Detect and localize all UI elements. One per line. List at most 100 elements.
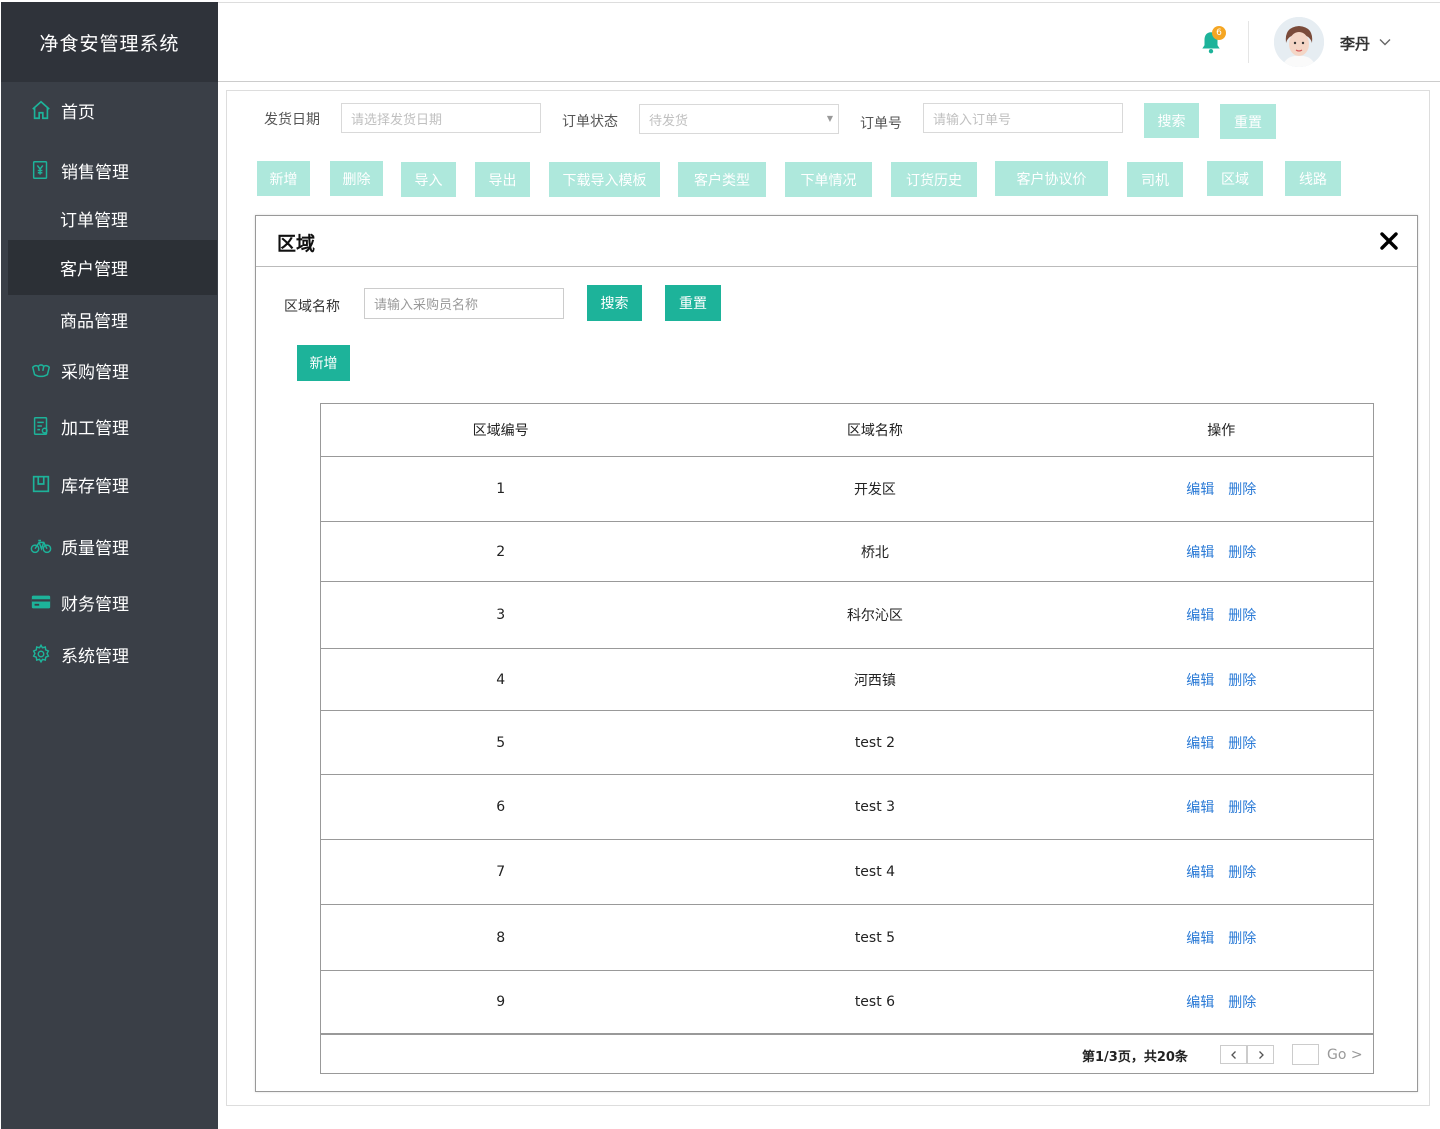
toolbar-region-button[interactable]: 区域 xyxy=(1207,161,1263,196)
toolbar-customer-type-button[interactable]: 客户类型 xyxy=(678,162,766,197)
close-icon[interactable] xyxy=(1378,230,1400,252)
nav-customers-label: 客户管理 xyxy=(60,260,128,280)
caret-down-icon: ▼ xyxy=(826,114,833,123)
table-row: 5 test 2 编辑 删除 xyxy=(321,711,1373,775)
region-name-label: 区域名称 xyxy=(284,299,340,315)
row-actions: 编辑 删除 xyxy=(1070,457,1373,521)
region-name: 开发区 xyxy=(853,482,896,498)
edit-link[interactable]: 编辑 xyxy=(1186,797,1214,817)
delete-link[interactable]: 删除 xyxy=(1228,733,1256,753)
nav-sales[interactable]: 销售管理 xyxy=(1,142,218,198)
order-no-label: 订单号 xyxy=(860,116,902,132)
edit-link[interactable]: 编辑 xyxy=(1186,862,1214,882)
toolbar-order-status-button[interactable]: 下单情况 xyxy=(785,162,872,197)
region-id: 8 xyxy=(496,929,506,946)
avatar[interactable] xyxy=(1274,17,1324,67)
header-actions: 操作 xyxy=(1207,423,1236,439)
user-name[interactable]: 李丹 xyxy=(1340,33,1370,54)
row-actions: 编辑 删除 xyxy=(1070,582,1373,648)
gear-icon xyxy=(30,643,52,665)
region-name-input[interactable]: 请输入采购员名称 xyxy=(364,288,564,319)
bicycle-icon xyxy=(30,535,52,557)
nav-products-label: 商品管理 xyxy=(60,311,128,332)
nav-system-label: 系统管理 xyxy=(61,646,129,667)
page-number-input[interactable] xyxy=(1292,1044,1319,1065)
region-name: 桥北 xyxy=(860,544,889,561)
modal-add-button[interactable]: 新增 xyxy=(297,345,350,381)
delete-link[interactable]: 删除 xyxy=(1228,862,1256,882)
chevron-down-icon[interactable] xyxy=(1378,35,1392,49)
edit-link[interactable]: 编辑 xyxy=(1186,542,1214,562)
nav-finance[interactable]: 财务管理 xyxy=(1,576,218,628)
nav-customers[interactable]: 客户管理 xyxy=(8,240,217,295)
region-name: test 3 xyxy=(854,799,896,815)
region-table: 区域编号 区域名称 操作 1 开发区 编辑 删除 2 桥北 编辑 删除 3 科尔… xyxy=(320,403,1374,1034)
toolbar-export-button[interactable]: 导出 xyxy=(475,162,530,197)
nav-finance-label: 财务管理 xyxy=(61,594,129,615)
delete-link[interactable]: 删除 xyxy=(1228,928,1256,948)
delete-link[interactable]: 删除 xyxy=(1228,670,1256,690)
region-id: 7 xyxy=(496,864,506,880)
edit-link[interactable]: 编辑 xyxy=(1186,605,1214,625)
toolbar-delete-button[interactable]: 删除 xyxy=(330,161,383,196)
pagination-info: 第1/3页，共20条 xyxy=(1082,1050,1188,1065)
nav-system[interactable]: 系统管理 xyxy=(1,628,218,680)
header-region-name: 区域名称 xyxy=(846,423,903,439)
chevron-right-icon xyxy=(1258,1050,1264,1059)
delete-link[interactable]: 删除 xyxy=(1228,797,1256,817)
pagination: 第1/3页，共20条 Go > xyxy=(320,1034,1374,1074)
ship-date-input[interactable]: 请选择发货日期 xyxy=(341,103,541,133)
go-button[interactable]: Go > xyxy=(1327,1047,1363,1063)
toolbar-driver-button[interactable]: 司机 xyxy=(1127,162,1183,197)
toolbar-download-template-button[interactable]: 下载导入模板 xyxy=(549,162,660,197)
order-no-input[interactable]: 请输入订单号 xyxy=(923,103,1123,133)
row-actions: 编辑 删除 xyxy=(1070,971,1373,1033)
region-id: 4 xyxy=(496,671,506,688)
modal-reset-button[interactable]: 重置 xyxy=(665,285,721,321)
nav-inventory[interactable]: 库存管理 xyxy=(1,458,218,510)
order-status-label: 订单状态 xyxy=(562,114,618,130)
delete-link[interactable]: 删除 xyxy=(1228,542,1256,562)
table-row: 8 test 5 编辑 删除 xyxy=(321,905,1373,971)
toolbar-route-button[interactable]: 线路 xyxy=(1285,161,1341,196)
edit-link[interactable]: 编辑 xyxy=(1186,992,1214,1012)
delete-link[interactable]: 删除 xyxy=(1228,479,1256,499)
nav-orders[interactable]: 订单管理 xyxy=(8,196,217,240)
edit-link[interactable]: 编辑 xyxy=(1186,479,1214,499)
nav-inventory-label: 库存管理 xyxy=(61,476,129,497)
toolbar-agreement-price-button[interactable]: 客户协议价 xyxy=(995,161,1108,196)
filter-search-button[interactable]: 搜索 xyxy=(1144,103,1199,138)
hand-icon xyxy=(30,359,52,381)
nav-home[interactable]: 首页 xyxy=(1,82,218,138)
region-id: 5 xyxy=(496,734,506,751)
row-actions: 编辑 删除 xyxy=(1070,775,1373,839)
edit-link[interactable]: 编辑 xyxy=(1186,928,1214,948)
filter-reset-button[interactable]: 重置 xyxy=(1220,104,1276,139)
edit-link[interactable]: 编辑 xyxy=(1186,733,1214,753)
region-name: 科尔沁区 xyxy=(846,608,903,624)
region-name: test 5 xyxy=(854,929,896,946)
next-page-button[interactable] xyxy=(1247,1045,1274,1064)
toolbar-order-history-button[interactable]: 订货历史 xyxy=(891,162,977,197)
nav-products[interactable]: 商品管理 xyxy=(8,296,217,342)
order-status-select[interactable]: 待发货 ▼ xyxy=(639,104,839,134)
delete-link[interactable]: 删除 xyxy=(1228,992,1256,1012)
nav-processing[interactable]: 加工管理 xyxy=(1,400,218,452)
prev-page-button[interactable] xyxy=(1220,1045,1247,1064)
nav-quality[interactable]: 质量管理 xyxy=(1,520,218,572)
modal-search-button[interactable]: 搜索 xyxy=(587,285,642,321)
table-row: 9 test 6 编辑 删除 xyxy=(321,971,1373,1033)
nav-processing-label: 加工管理 xyxy=(61,418,129,439)
delete-link[interactable]: 删除 xyxy=(1228,605,1256,625)
nav-purchase[interactable]: 采购管理 xyxy=(1,344,218,396)
home-icon xyxy=(30,99,52,121)
toolbar-import-button[interactable]: 导入 xyxy=(401,162,456,197)
nav-purchase-label: 采购管理 xyxy=(61,362,129,383)
header-divider xyxy=(1248,21,1249,63)
table-row: 2 桥北 编辑 删除 xyxy=(321,522,1373,582)
region-id: 1 xyxy=(496,481,506,497)
row-actions: 编辑 删除 xyxy=(1070,649,1373,710)
toolbar-add-button[interactable]: 新增 xyxy=(257,161,310,196)
edit-link[interactable]: 编辑 xyxy=(1186,670,1214,690)
row-actions: 编辑 删除 xyxy=(1070,711,1373,774)
